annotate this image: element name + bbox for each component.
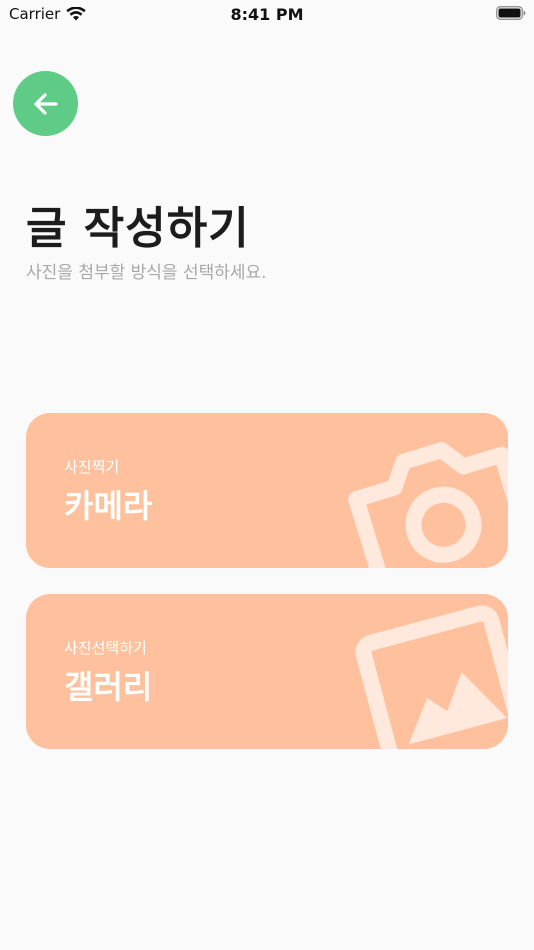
gallery-option-card[interactable]: 사진선택하기 갤러리 [26,594,508,749]
camera-option-card[interactable]: 사진찍기 카메라 [26,413,508,568]
status-bar: Carrier 8:41 PM [0,0,534,28]
image-icon [355,605,508,749]
camera-option-label: 카메라 [64,487,153,525]
status-time: 8:41 PM [230,5,304,24]
back-button[interactable] [13,71,78,136]
camera-option-sublabel: 사진찍기 [64,458,120,476]
gallery-option-sublabel: 사진선택하기 [64,639,147,657]
gallery-option-label: 갤러리 [64,668,153,706]
page-title: 글 작성하기 [26,203,250,254]
camera-icon [348,442,508,568]
page-subtitle: 사진을 첨부할 방식을 선택하세요. [26,263,267,283]
battery-icon [496,6,526,20]
arrow-left-icon [33,92,58,115]
